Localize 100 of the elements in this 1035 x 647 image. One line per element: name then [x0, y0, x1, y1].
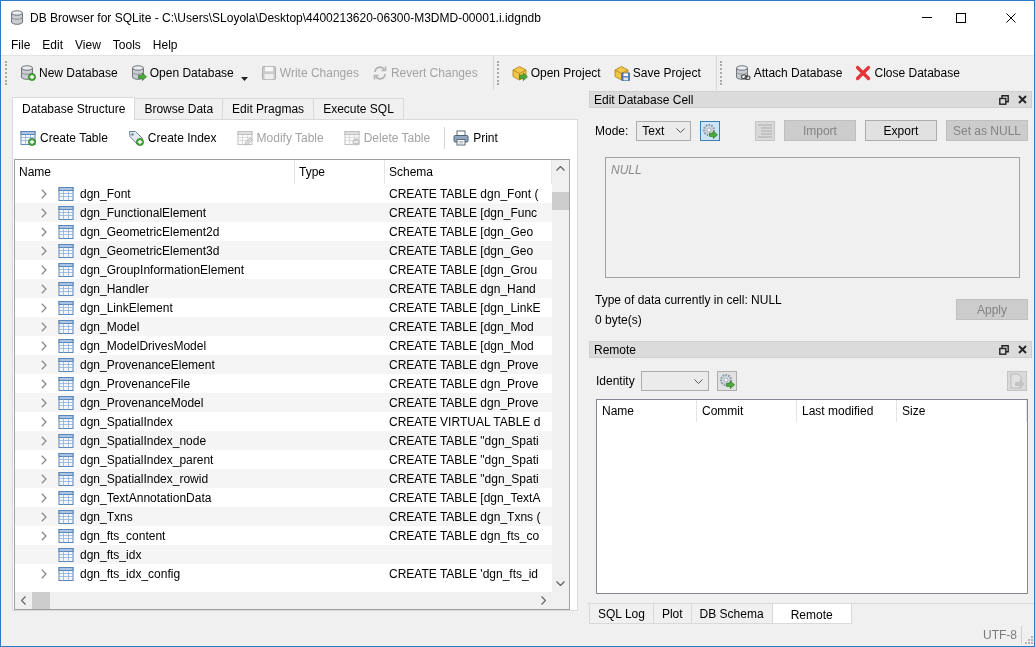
size-info: 0 byte(s) [595, 312, 643, 329]
chevron-icon[interactable] [41, 207, 47, 218]
tree-row[interactable]: dgn_SpatialIndex_rowid CREATE TABLE "dgn_Spati [15, 469, 552, 488]
tree-row[interactable]: dgn_SpatialIndex_node CREATE TABLE "dgn_Spati [15, 431, 552, 450]
chevron-icon[interactable] [41, 530, 47, 541]
schema-text: CREATE TABLE [dgn_Geo [389, 243, 534, 258]
window-title: DB Browser for SQLite - C:\Users\SLoyola\Desktop\4400213620-06300-M3DMD-00001.i.idgndb [30, 10, 542, 25]
toolbar-button[interactable]: Save Project [609, 61, 710, 85]
table-icon [58, 470, 74, 487]
schema-text: CREATE TABLE "dgn_Spati [389, 452, 539, 467]
table-name: dgn_ModelDrivesModel [80, 338, 207, 353]
identity-select[interactable] [640, 371, 709, 391]
chevron-icon[interactable] [41, 245, 47, 256]
toolbar-button[interactable]: Create Table [14, 127, 122, 149]
tree-row[interactable]: dgn_fts_idx [15, 545, 552, 564]
column-header[interactable]: Size [897, 400, 1027, 422]
schema-text: CREATE TABLE dgn_Prove [389, 395, 539, 410]
chevron-icon[interactable] [41, 568, 47, 579]
chevron-icon[interactable] [41, 226, 47, 237]
chevron-icon[interactable] [41, 511, 47, 522]
column-header[interactable]: Commit [697, 400, 797, 422]
gear-arrow-button[interactable] [716, 371, 737, 391]
cell-editor[interactable]: NULL [605, 157, 1020, 278]
table-plus-icon [20, 130, 36, 146]
chevron-icon[interactable] [41, 416, 47, 427]
tree-row[interactable]: dgn_ProvenanceElement CREATE TABLE dgn_Prove [15, 355, 552, 374]
tree-row[interactable]: dgn_Model CREATE TABLE [dgn_Mod [15, 317, 552, 336]
menu-item[interactable]: Edit [36, 35, 70, 54]
tree-row[interactable]: dgn_GeometricElement3d CREATE TABLE [dgn_Geo [15, 241, 552, 260]
toolbar-button[interactable]: New Database [16, 61, 127, 85]
menu-item[interactable]: View [69, 35, 107, 54]
field-label: Mode: [595, 123, 629, 138]
table-name: dgn_SpatialIndex_node [80, 433, 207, 448]
toolbar-button[interactable]: Close Database [851, 61, 969, 85]
chevron-icon[interactable] [41, 321, 47, 332]
chevron-icon[interactable] [41, 473, 47, 484]
chevron-icon[interactable] [41, 492, 47, 503]
schema-text: CREATE TABLE "dgn_Spati [389, 433, 539, 448]
table-icon [58, 261, 74, 278]
table-name: dgn_ProvenanceElement [80, 357, 215, 372]
toolbar-handle[interactable] [719, 61, 723, 85]
toolbar-button[interactable]: Print [447, 127, 512, 149]
toolbar-button[interactable]: Attach Database [730, 61, 852, 85]
chevron-icon[interactable] [41, 378, 47, 389]
tree-row[interactable]: dgn_Txns CREATE TABLE dgn_Txns ( [15, 507, 552, 526]
menu-item[interactable]: Help [146, 35, 184, 54]
table-name: dgn_GeometricElement3d [80, 243, 220, 258]
tag-plus-icon [127, 130, 144, 146]
chevron-icon[interactable] [41, 359, 47, 370]
column-header[interactable]: Name [597, 400, 697, 422]
tree-row[interactable]: dgn_Handler CREATE TABLE dgn_Hand [15, 279, 552, 298]
tree-row[interactable]: dgn_ProvenanceModel CREATE TABLE dgn_Prove [15, 393, 552, 412]
schema-text: CREATE VIRTUAL TABLE d [389, 414, 541, 429]
chevron-icon[interactable] [41, 283, 47, 294]
schema-text: CREATE TABLE dgn_Hand [389, 281, 536, 296]
chevron-down-icon [693, 378, 703, 384]
status-text: UTF-8 [979, 626, 1022, 644]
horizontal-scrollbar[interactable] [15, 592, 569, 609]
toolbar-button[interactable]: Open Database [126, 61, 257, 85]
restore-icon [999, 94, 1009, 105]
action-button[interactable]: Export [864, 120, 937, 141]
toolbar-button[interactable]: Create Index [121, 127, 231, 149]
chevron-icon[interactable] [41, 435, 47, 446]
tab[interactable]: Database Structure [12, 97, 136, 120]
chevron-icon[interactable] [41, 340, 47, 351]
tab[interactable]: SQL Log [589, 604, 654, 624]
chevron-icon[interactable] [41, 302, 47, 313]
table-icon [58, 565, 74, 582]
chevron-icon[interactable] [41, 454, 47, 465]
table-name: dgn_FunctionalElement [80, 205, 207, 220]
tab[interactable]: Execute SQL [313, 98, 404, 119]
schema-text: CREATE TABLE [dgn_Func [389, 205, 538, 220]
menu-item[interactable]: Tools [106, 35, 147, 54]
table-minus-icon [343, 130, 360, 146]
chevron-icon[interactable] [41, 397, 47, 408]
toolbar-handle[interactable] [5, 61, 8, 85]
maximize-icon [956, 12, 966, 23]
toolbar-handle[interactable] [496, 61, 500, 85]
scrollbar-thumb[interactable] [552, 192, 569, 210]
chevron-icon[interactable] [41, 264, 47, 275]
box-arrow-icon [511, 65, 528, 81]
toolbar-button[interactable]: Open Project [507, 61, 610, 85]
table-name: dgn_TextAnnotationData [80, 490, 212, 505]
tab[interactable]: Remote [771, 604, 852, 624]
table-name: dgn_fts_content [80, 528, 166, 543]
column-header[interactable]: Last modified [797, 400, 897, 422]
table-name: dgn_Model [80, 319, 140, 334]
scrollbar-thumb[interactable] [32, 592, 50, 609]
table-icon [58, 527, 74, 544]
menu-item[interactable]: File [5, 35, 37, 54]
close-icon [1017, 345, 1027, 354]
database-icon [10, 9, 24, 26]
remote-table[interactable]: Name Commit Last modified Size [596, 399, 1028, 594]
table-icon [58, 337, 74, 354]
tree-row[interactable]: dgn_FunctionalElement CREATE TABLE [dgn_Func [15, 203, 552, 222]
tab[interactable]: Edit Pragmas [222, 98, 315, 119]
mode-select[interactable]: Text [636, 120, 692, 141]
gear-arrow-button[interactable] [700, 120, 721, 141]
vertical-scrollbar[interactable] [552, 160, 569, 592]
chevron-icon[interactable] [41, 188, 47, 199]
